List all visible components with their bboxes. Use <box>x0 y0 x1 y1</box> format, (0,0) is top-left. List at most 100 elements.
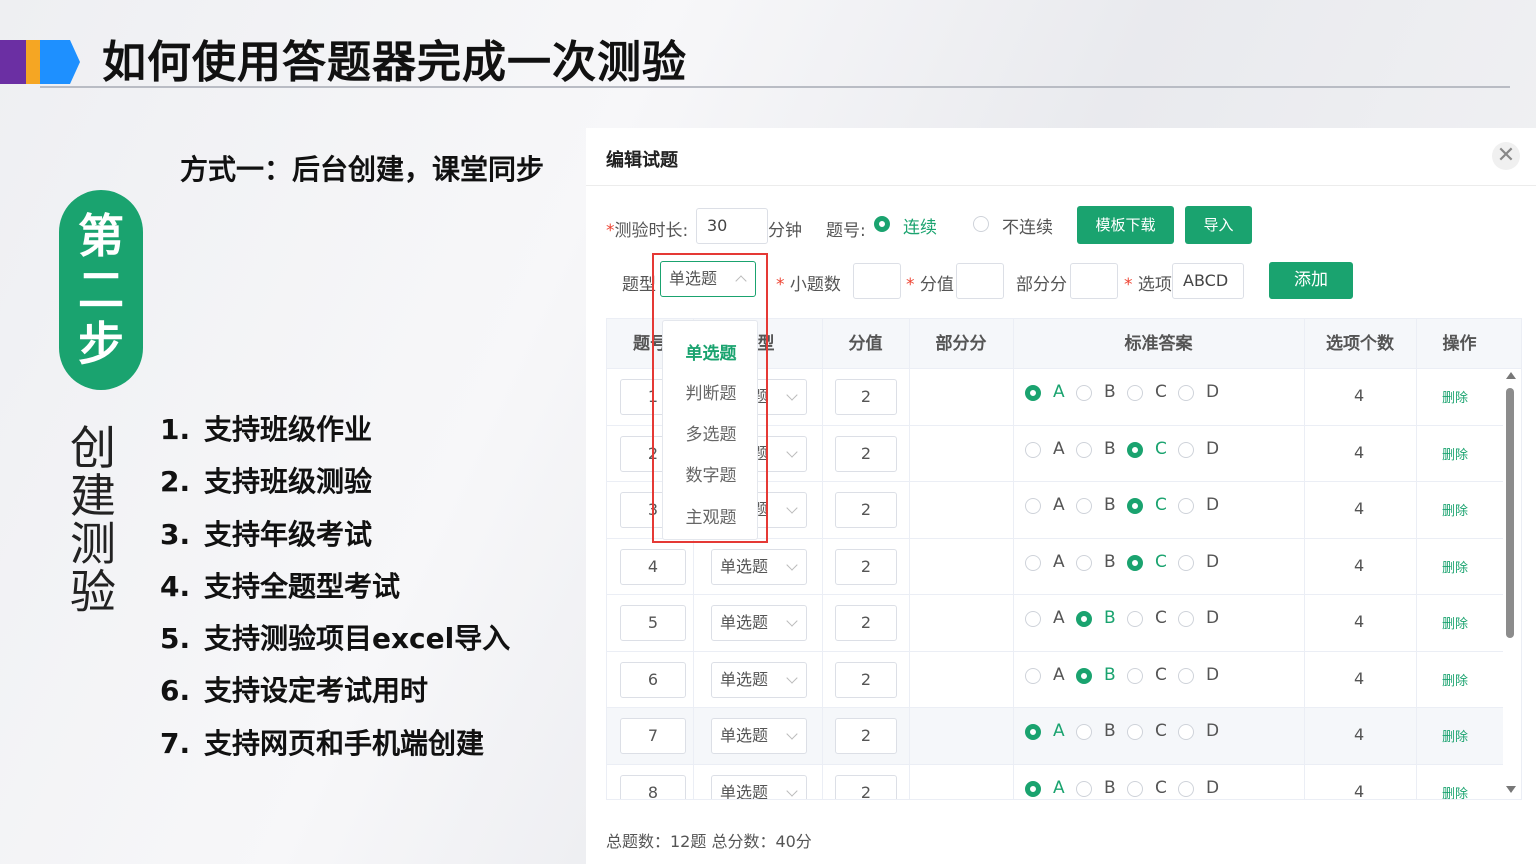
answer-radio[interactable] <box>1025 667 1041 684</box>
answer-radio[interactable] <box>1025 385 1041 401</box>
row-number-input[interactable]: 8 <box>620 774 686 799</box>
options-label: * 选项 <box>1124 275 1172 295</box>
answer-radio[interactable] <box>1178 611 1194 627</box>
answer-radio[interactable] <box>1076 611 1092 627</box>
answer-letter: B <box>1104 438 1116 459</box>
answer-letter: C <box>1155 551 1167 572</box>
close-icon[interactable]: ✕ <box>1492 142 1520 170</box>
chevron-down-icon <box>786 615 798 627</box>
row-number-input[interactable]: 7 <box>620 718 686 754</box>
answer-radio[interactable] <box>1127 554 1143 571</box>
answer-radio[interactable] <box>1127 780 1143 797</box>
col-divider <box>909 319 910 799</box>
duration-input[interactable]: 30 <box>696 208 768 244</box>
answer-radio[interactable] <box>1025 441 1041 458</box>
row-type-select[interactable]: 单选题 <box>711 605 807 641</box>
answer-radio[interactable] <box>1127 724 1143 740</box>
options-input[interactable]: ABCD <box>1172 263 1244 299</box>
row-type-select[interactable]: 单选题 <box>711 548 807 585</box>
delete-link[interactable]: 删除 <box>1442 444 1468 463</box>
dialog-title: 编辑试题 <box>606 150 678 171</box>
answer-radio[interactable] <box>1178 498 1194 514</box>
answer-radio[interactable] <box>1076 667 1092 684</box>
row-number-input[interactable]: 4 <box>620 548 686 585</box>
delete-link[interactable]: 删除 <box>1442 387 1468 406</box>
answer-radio[interactable] <box>1025 611 1041 627</box>
answer-radio[interactable] <box>1178 667 1194 684</box>
answer-radio[interactable] <box>1025 554 1041 571</box>
answer-radio[interactable] <box>1178 724 1194 740</box>
row-number-input[interactable]: 5 <box>620 605 686 641</box>
row-type-select[interactable]: 单选题 <box>711 661 807 698</box>
title-divider <box>40 86 1510 88</box>
table-scrollbar[interactable] <box>1506 388 1514 638</box>
delete-link[interactable]: 删除 <box>1442 670 1468 689</box>
row-number-input[interactable]: 6 <box>620 661 686 698</box>
row-score-input[interactable]: 2 <box>835 379 897 415</box>
answer-radio[interactable] <box>1076 441 1092 458</box>
row-score-input[interactable]: 2 <box>835 661 897 698</box>
answer-radio[interactable] <box>1127 611 1143 627</box>
template-download-button[interactable]: 模板下载 <box>1077 206 1174 244</box>
row-score-input[interactable]: 2 <box>835 548 897 585</box>
table-row: 8 单选题 2 A B C D 4 删除 <box>607 764 1503 800</box>
row-option-count: 4 <box>1354 555 1365 575</box>
answer-radio[interactable] <box>1178 554 1194 571</box>
score-input[interactable] <box>956 263 1004 299</box>
slide-title: 如何使用答题器完成一次测验 <box>102 37 687 88</box>
numbering-discontinuous-label[interactable]: 不连续 <box>1002 213 1053 238</box>
answer-radio[interactable] <box>1178 385 1194 401</box>
delete-link[interactable]: 删除 <box>1442 613 1468 632</box>
step-char: 步 <box>78 317 124 371</box>
subcount-input[interactable] <box>853 263 901 299</box>
answer-radio[interactable] <box>1127 498 1143 514</box>
partial-input[interactable] <box>1070 263 1118 299</box>
delete-link[interactable]: 删除 <box>1442 557 1468 576</box>
answer-radio[interactable] <box>1076 498 1092 514</box>
scroll-up-icon[interactable] <box>1506 372 1516 379</box>
answer-radio[interactable] <box>1178 780 1194 797</box>
answer-radio[interactable] <box>1127 441 1143 458</box>
answer-radio[interactable] <box>1025 780 1041 797</box>
table-row: 7 单选题 2 A B C D 4 删除 <box>607 708 1503 765</box>
scroll-down-icon[interactable] <box>1506 786 1516 793</box>
row-score-input[interactable]: 2 <box>835 435 897 472</box>
answer-radio[interactable] <box>1076 780 1092 797</box>
answer-radio[interactable] <box>1076 724 1092 740</box>
row-type-select[interactable]: 单选题 <box>711 774 807 799</box>
row-score-input[interactable]: 2 <box>835 774 897 799</box>
feature-item: 2. 支持班级测验 <box>160 458 510 510</box>
numbering-discontinuous-radio[interactable] <box>973 216 989 232</box>
answer-radio[interactable] <box>1076 385 1092 401</box>
answer-letter: A <box>1053 551 1065 572</box>
col-divider <box>1416 319 1417 799</box>
answer-radio[interactable] <box>1127 667 1143 684</box>
answer-radio[interactable] <box>1025 498 1041 514</box>
row-score-input[interactable]: 2 <box>835 605 897 641</box>
answer-letter: C <box>1155 438 1167 459</box>
answer-letter: C <box>1155 777 1167 798</box>
answer-radio[interactable] <box>1025 724 1041 740</box>
delete-link[interactable]: 删除 <box>1442 726 1468 745</box>
feature-number: 3. <box>160 517 191 551</box>
delete-link[interactable]: 删除 <box>1442 500 1468 519</box>
import-button[interactable]: 导入 <box>1185 206 1252 244</box>
row-option-count: 4 <box>1354 725 1365 744</box>
row-score-input[interactable]: 2 <box>835 718 897 754</box>
answer-letter: A <box>1053 664 1065 685</box>
duration-unit: 分钟 <box>768 221 802 241</box>
answer-letter: C <box>1155 664 1167 685</box>
delete-link[interactable]: 删除 <box>1442 783 1468 800</box>
numbering-continuous-label[interactable]: 连续 <box>903 213 937 238</box>
add-button[interactable]: 添加 <box>1269 262 1353 299</box>
answer-radio[interactable] <box>1076 554 1092 571</box>
th-partial: 部分分 <box>935 334 987 354</box>
answer-radio[interactable] <box>1178 441 1194 458</box>
answer-letter: B <box>1104 551 1116 572</box>
row-type-select[interactable]: 单选题 <box>711 718 807 754</box>
row-score-input[interactable]: 2 <box>835 492 897 528</box>
answer-radio[interactable] <box>1127 385 1143 401</box>
numbering-continuous-radio[interactable] <box>874 216 890 232</box>
answer-letter: A <box>1053 438 1065 459</box>
feature-text: 支持设定考试用时 <box>204 674 429 708</box>
